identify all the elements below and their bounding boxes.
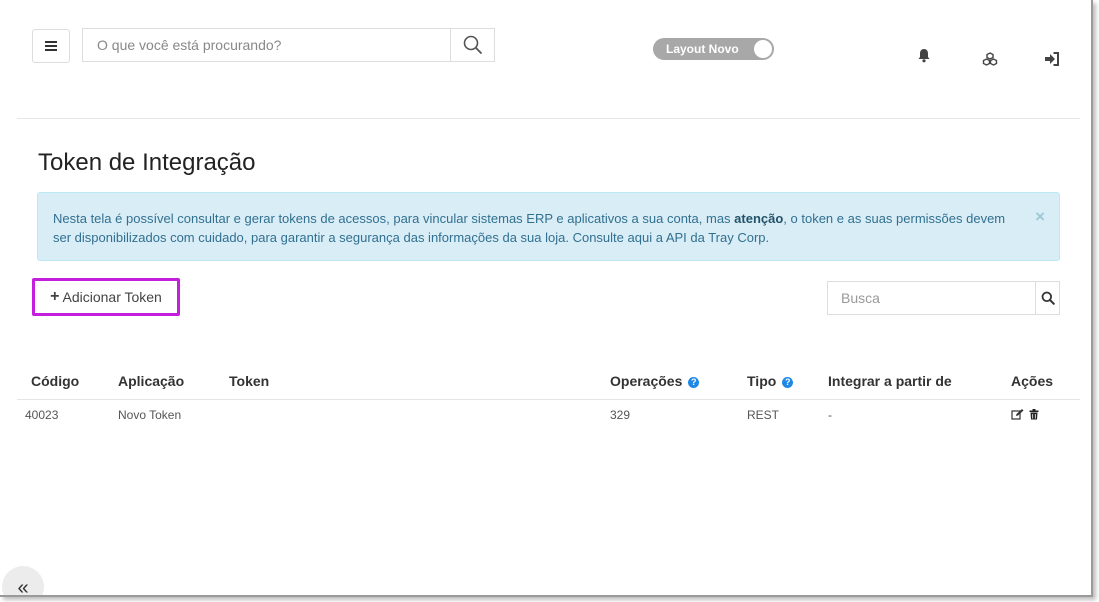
edit-button[interactable] [1011, 408, 1024, 423]
page-title: Token de Integração [38, 149, 256, 176]
search-icon [1041, 291, 1055, 305]
trash-icon [1029, 408, 1039, 420]
info-alert: Nesta tela é possível consultar e gerar … [37, 192, 1060, 261]
sign-out-icon [1045, 52, 1059, 66]
delete-button[interactable] [1029, 408, 1039, 423]
cell-tipo: REST [747, 408, 780, 423]
add-token-label: Adicionar Token [62, 289, 162, 305]
col-integrar[interactable]: Integrar a partir de [828, 364, 1011, 400]
menu-button[interactable] [32, 29, 70, 63]
menu-icon [45, 41, 57, 51]
alert-emphasis: atenção [734, 211, 784, 226]
token-search-button[interactable] [1035, 282, 1059, 314]
edit-icon [1011, 408, 1024, 420]
app-window: Layout Novo Token de Integração Nesta te… [0, 0, 1093, 597]
cell-aplicacao: Novo Token [118, 408, 182, 423]
layout-novo-toggle[interactable]: Layout Novo [653, 38, 774, 60]
cell-token [229, 399, 610, 431]
table-header-row: Código Aplicação Token Operações ? Tipo … [17, 364, 1080, 400]
col-token[interactable]: Token [229, 364, 610, 400]
apps-button[interactable] [981, 51, 999, 67]
bell-icon [918, 48, 930, 62]
double-chevron-left-icon: « [17, 577, 29, 597]
token-search-input[interactable] [828, 282, 1035, 314]
cell-integrar: - [828, 408, 832, 423]
logout-button[interactable] [1043, 51, 1061, 67]
alert-text: Nesta tela é possível consultar e gerar … [53, 211, 1006, 245]
col-tipo[interactable]: Tipo ? [747, 364, 828, 400]
apps-icon [982, 52, 998, 66]
col-codigo[interactable]: Código [17, 364, 118, 400]
api-docs-link[interactable]: Consulte aqui [573, 230, 653, 245]
notifications-button[interactable] [916, 47, 932, 63]
layout-toggle-label: Layout Novo [666, 42, 739, 56]
search-icon [463, 35, 482, 54]
header-divider [17, 118, 1080, 119]
token-search [827, 281, 1060, 315]
cell-operacoes: 329 [610, 408, 631, 423]
global-search-button[interactable] [450, 29, 494, 61]
cell-codigo: 40023 [25, 408, 59, 423]
table-row[interactable]: 40023 Novo Token 329 REST - [17, 399, 1080, 431]
plus-icon: + [50, 288, 60, 305]
toggle-knob [754, 40, 772, 58]
alert-close-icon[interactable]: × [1035, 207, 1045, 226]
collapse-sidebar-button[interactable]: « [2, 566, 44, 597]
global-search [82, 28, 495, 62]
col-operacoes[interactable]: Operações ? [610, 364, 747, 400]
add-token-button[interactable]: + Adicionar Token [32, 278, 180, 316]
global-search-input[interactable] [83, 29, 450, 61]
help-icon[interactable]: ? [782, 377, 794, 389]
col-acoes: Ações [1011, 364, 1080, 400]
col-aplicacao[interactable]: Aplicação [118, 364, 229, 400]
tokens-table: Código Aplicação Token Operações ? Tipo … [17, 364, 1080, 431]
cell-acoes [1011, 399, 1080, 431]
help-icon[interactable]: ? [688, 377, 700, 389]
